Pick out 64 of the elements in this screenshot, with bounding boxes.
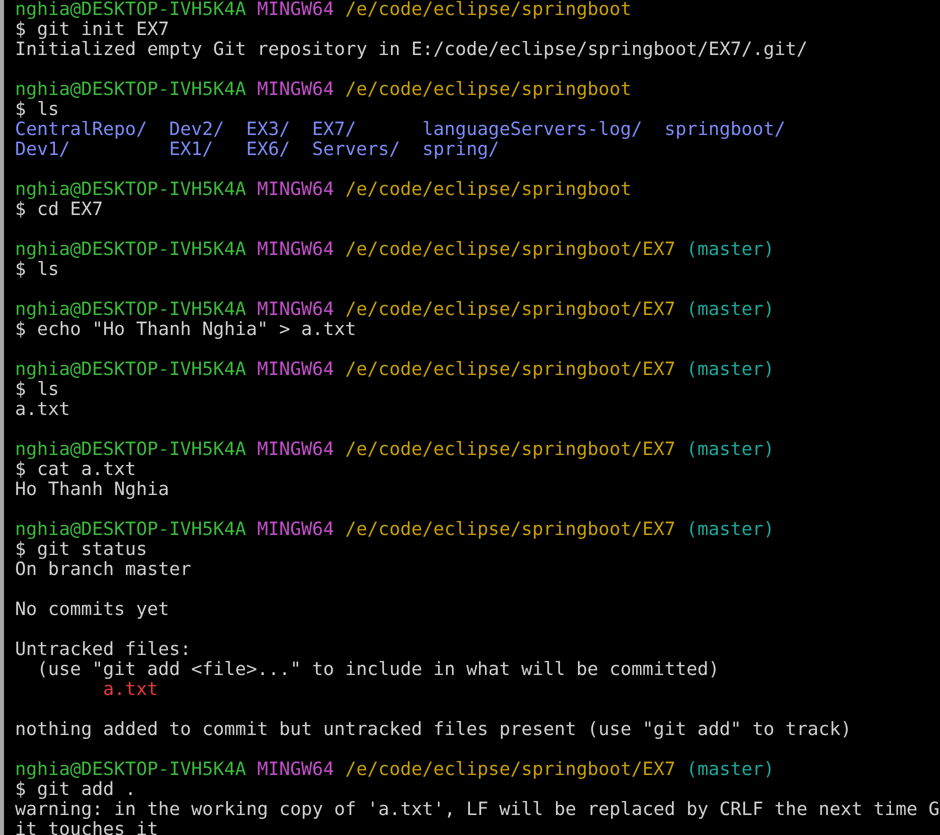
command-line: $ ls xyxy=(15,379,60,400)
directory-name: EX3/ xyxy=(246,120,292,140)
prompt-system: MINGW64 xyxy=(257,80,334,100)
directory-name: Servers/ xyxy=(312,140,402,160)
command-line: $ ls xyxy=(15,259,60,280)
command-line: $ git init EX7 xyxy=(15,19,170,40)
prompt-branch: (master) xyxy=(686,300,774,320)
command-line: $ git status xyxy=(15,539,148,560)
command-line: $ cd EX7 xyxy=(15,199,104,220)
prompt-path: /e/code/eclipse/springboot/EX7 xyxy=(345,760,676,780)
prompt-system: MINGW64 xyxy=(257,520,334,540)
untracked-file: a.txt xyxy=(103,679,158,700)
command-line: $ cat a.txt xyxy=(15,459,136,480)
output-line: Ho Thanh Nghia xyxy=(15,479,170,500)
directory-name: EX7/ xyxy=(312,120,358,140)
prompt-system: MINGW64 xyxy=(257,0,334,20)
prompt-branch: (master) xyxy=(686,240,774,260)
directory-name: EX6/ xyxy=(246,140,292,160)
directory-name: CentralRepo/ xyxy=(15,120,148,140)
prompt-path: /e/code/eclipse/springboot/EX7 xyxy=(345,300,676,320)
directory-name: Dev2/ xyxy=(169,120,226,140)
directory-name: Dev1/ xyxy=(15,140,72,160)
command-line: $ echo "Ho Thanh Nghia" > a.txt xyxy=(15,319,356,340)
output-line: Untracked files: xyxy=(15,639,192,660)
prompt-user: nghia@DESKTOP-IVH5K4A xyxy=(15,360,246,380)
output-line: warning: in the working copy of 'a.txt', LF will be replaced by CRLF the next time G xyxy=(15,799,940,820)
output-line: Initialized empty Git repository in E:/code/eclipse/springboot/EX7/.git/ xyxy=(15,39,808,60)
prompt-branch: (master) xyxy=(686,520,774,540)
prompt-user: nghia@DESKTOP-IVH5K4A xyxy=(15,180,246,200)
prompt-path: /e/code/eclipse/springboot/EX7 xyxy=(345,440,676,460)
prompt-system: MINGW64 xyxy=(257,760,334,780)
prompt-system: MINGW64 xyxy=(257,300,334,320)
prompt-system: MINGW64 xyxy=(257,360,334,380)
prompt-user: nghia@DESKTOP-IVH5K4A xyxy=(15,520,246,540)
output-line: nothing added to commit but untracked files present (use "git add" to track) xyxy=(15,719,852,740)
prompt-system: MINGW64 xyxy=(257,240,334,260)
prompt-branch: (master) xyxy=(686,360,774,380)
output-line: a.txt xyxy=(15,399,70,420)
command-line: $ git add . xyxy=(15,779,136,800)
output-line: On branch master xyxy=(15,559,192,580)
prompt-user: nghia@DESKTOP-IVH5K4A xyxy=(15,760,246,780)
prompt-path: /e/code/eclipse/springboot xyxy=(345,0,632,20)
output-line: No commits yet xyxy=(15,599,170,620)
prompt-path: /e/code/eclipse/springboot/EX7 xyxy=(345,520,676,540)
directory-name: spring/ xyxy=(422,140,500,160)
directory-name: languageServers-log/ xyxy=(422,120,644,140)
prompt-branch: (master) xyxy=(686,440,774,460)
prompt-system: MINGW64 xyxy=(257,440,334,460)
prompt-path: /e/code/eclipse/springboot xyxy=(345,180,632,200)
command-line: $ ls xyxy=(15,99,60,120)
output-line: (use "git add <file>..." to include in what will be committed) xyxy=(37,659,720,680)
prompt-user: nghia@DESKTOP-IVH5K4A xyxy=(15,440,246,460)
prompt-user: nghia@DESKTOP-IVH5K4A xyxy=(15,300,246,320)
prompt-branch: (master) xyxy=(686,760,774,780)
prompt-path: /e/code/eclipse/springboot/EX7 xyxy=(345,360,676,380)
prompt-path: /e/code/eclipse/springboot/EX7 xyxy=(345,240,676,260)
prompt-user: nghia@DESKTOP-IVH5K4A xyxy=(15,0,246,20)
output-line: it touches it xyxy=(15,819,158,835)
prompt-user: nghia@DESKTOP-IVH5K4A xyxy=(15,80,246,100)
directory-name: springboot/ xyxy=(664,120,786,140)
directory-name: EX1/ xyxy=(169,140,214,160)
prompt-system: MINGW64 xyxy=(257,180,334,200)
prompt-user: nghia@DESKTOP-IVH5K4A xyxy=(15,240,246,260)
prompt-path: /e/code/eclipse/springboot xyxy=(345,80,632,100)
